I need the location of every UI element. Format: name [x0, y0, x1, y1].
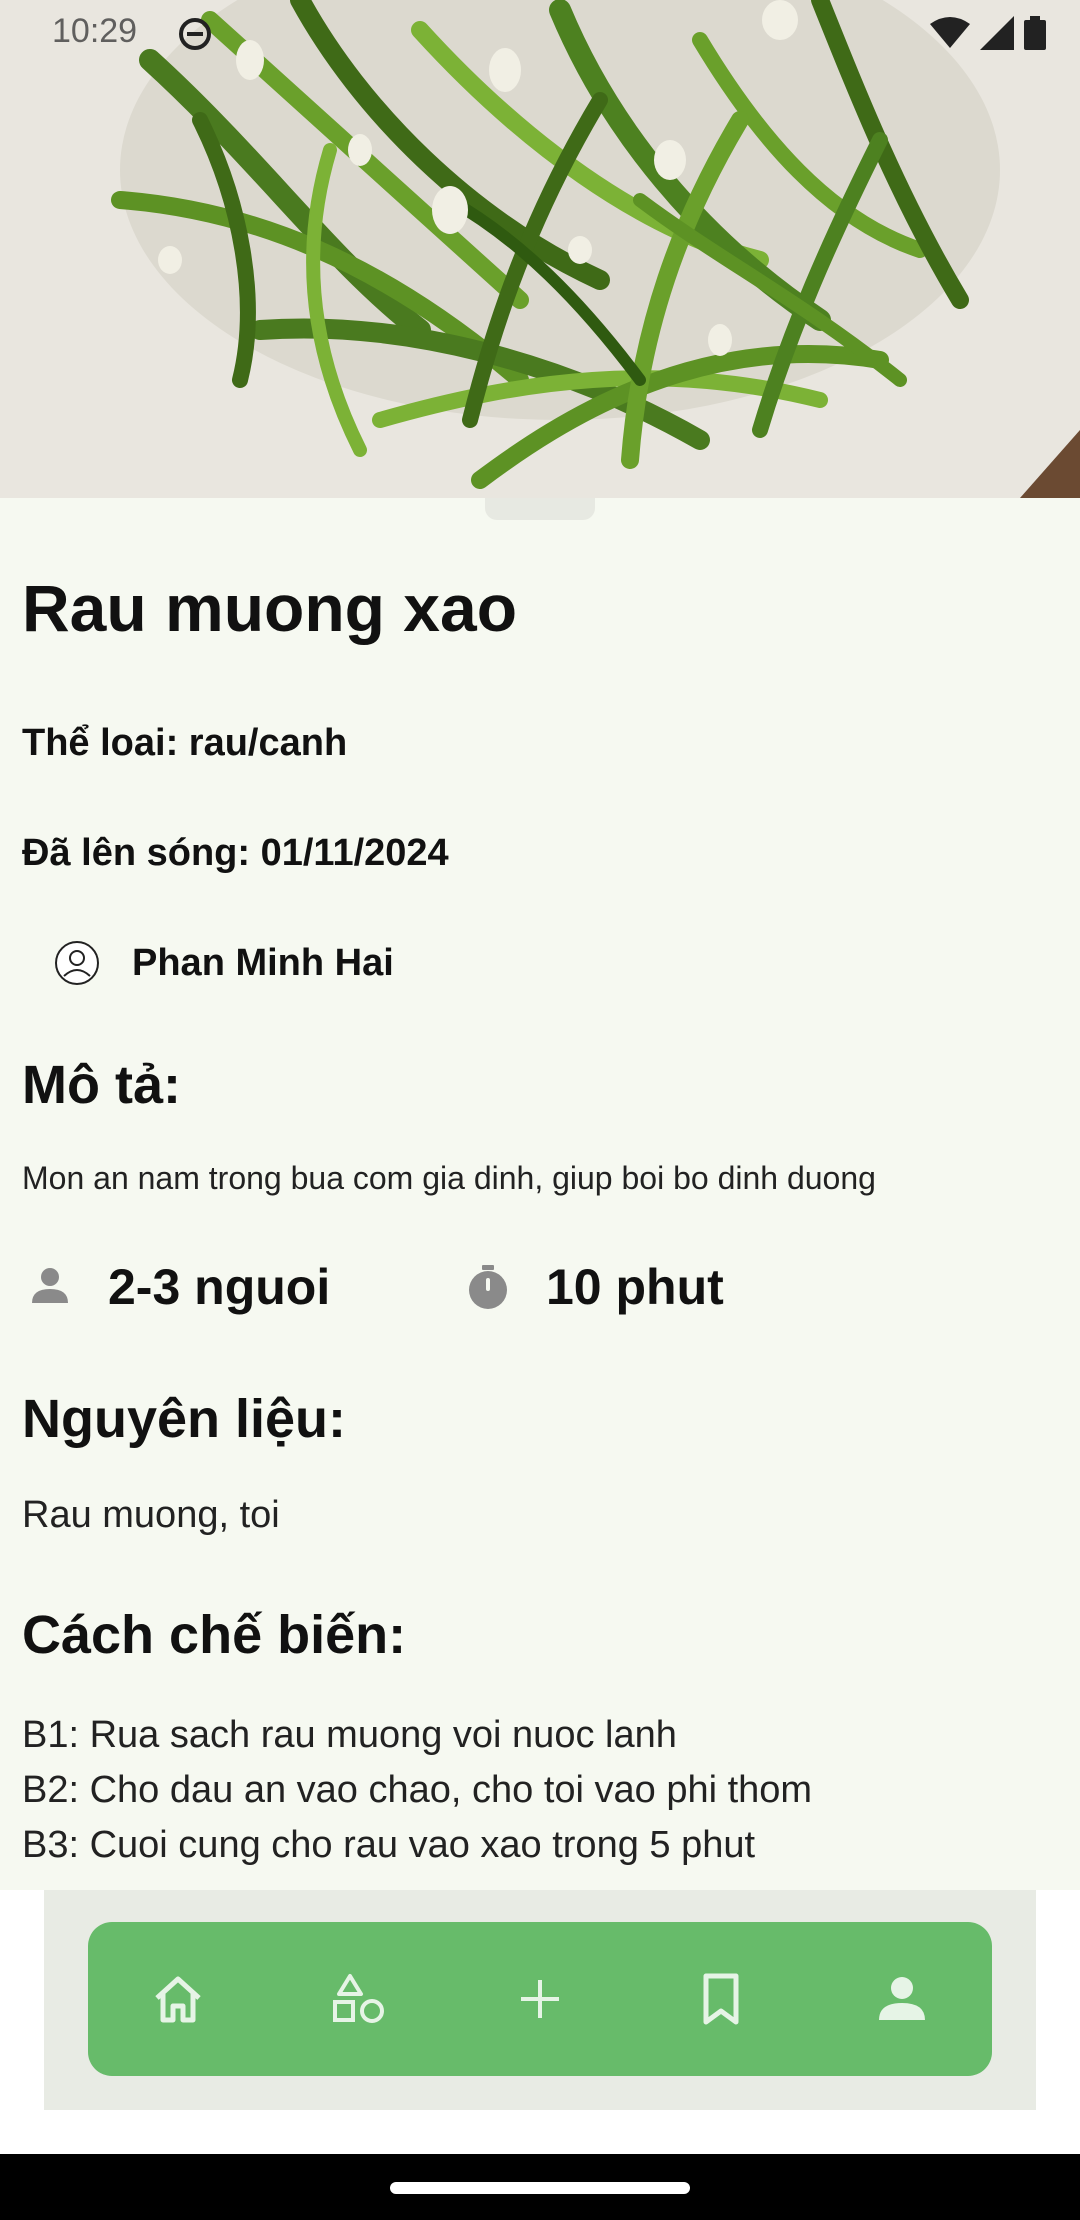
timer-icon: [469, 1265, 507, 1309]
servings-value: 2-3 nguoi: [108, 1259, 331, 1315]
do-not-disturb-icon: [179, 18, 211, 50]
status-bar: 10:29: [0, 0, 1080, 66]
battery-icon: [1024, 16, 1046, 50]
nav-home[interactable]: [118, 1939, 238, 2059]
sheet-drag-handle[interactable]: [485, 498, 595, 520]
wifi-icon: [930, 17, 970, 48]
ingredients-heading: Nguyên liệu:: [22, 1389, 347, 1449]
home-icon: [155, 1976, 202, 2023]
author-row[interactable]: Phan Minh Hai: [54, 940, 394, 986]
method-step: B3: Cuoi cung cho rau vao xao trong 5 ph…: [22, 1824, 756, 1866]
person-icon: [32, 1268, 68, 1303]
account-circle-icon: [55, 941, 99, 985]
categories-icon: [333, 1974, 385, 2023]
author-name: Phan Minh Hai: [132, 941, 394, 984]
method-steps: B1: Rua sach rau muong voi nuoc lanh B2:…: [22, 1708, 812, 1873]
method-step: B2: Cho dau an vao chao, cho toi vao phi…: [22, 1769, 813, 1811]
cell-signal-icon: [980, 16, 1014, 50]
recipe-publish-date: Đã lên sóng: 01/11/2024: [22, 832, 449, 874]
system-navigation-area: [0, 2154, 1080, 2220]
cook-time-value: 10 phut: [546, 1259, 724, 1315]
recipe-detail-sheet: Rau muong xao Thể loai: rau/canh Đã lên …: [0, 498, 1080, 1890]
bottom-nav-container: [44, 1890, 1036, 2110]
bookmark-icon: [703, 1973, 739, 2025]
ingredients-text: Rau muong, toi: [22, 1494, 280, 1536]
method-heading: Cách chế biến:: [22, 1605, 407, 1665]
nav-profile[interactable]: [842, 1939, 962, 2059]
method-step: B1: Rua sach rau muong voi nuoc lanh: [22, 1714, 677, 1756]
status-time: 10:29: [52, 12, 138, 50]
nav-categories[interactable]: [299, 1939, 419, 2059]
recipe-category: Thể loai: rau/canh: [22, 722, 348, 764]
bottom-nav-bar: [88, 1922, 992, 2076]
description-heading: Mô tả:: [22, 1055, 181, 1115]
cook-time-info: 10 phut: [464, 1258, 724, 1316]
add-icon: [520, 1980, 559, 2018]
recipe-hero-image: 10:29: [0, 0, 1080, 498]
profile-icon: [878, 1977, 925, 2020]
home-gesture-pill[interactable]: [390, 2182, 690, 2194]
nav-add[interactable]: [480, 1939, 600, 2059]
nav-bookmarks[interactable]: [661, 1939, 781, 2059]
recipe-title: Rau muong xao: [22, 571, 518, 645]
recipe-description: Mon an nam trong bua com gia dinh, giup …: [22, 1160, 876, 1196]
servings-info: 2-3 nguoi: [26, 1258, 330, 1316]
